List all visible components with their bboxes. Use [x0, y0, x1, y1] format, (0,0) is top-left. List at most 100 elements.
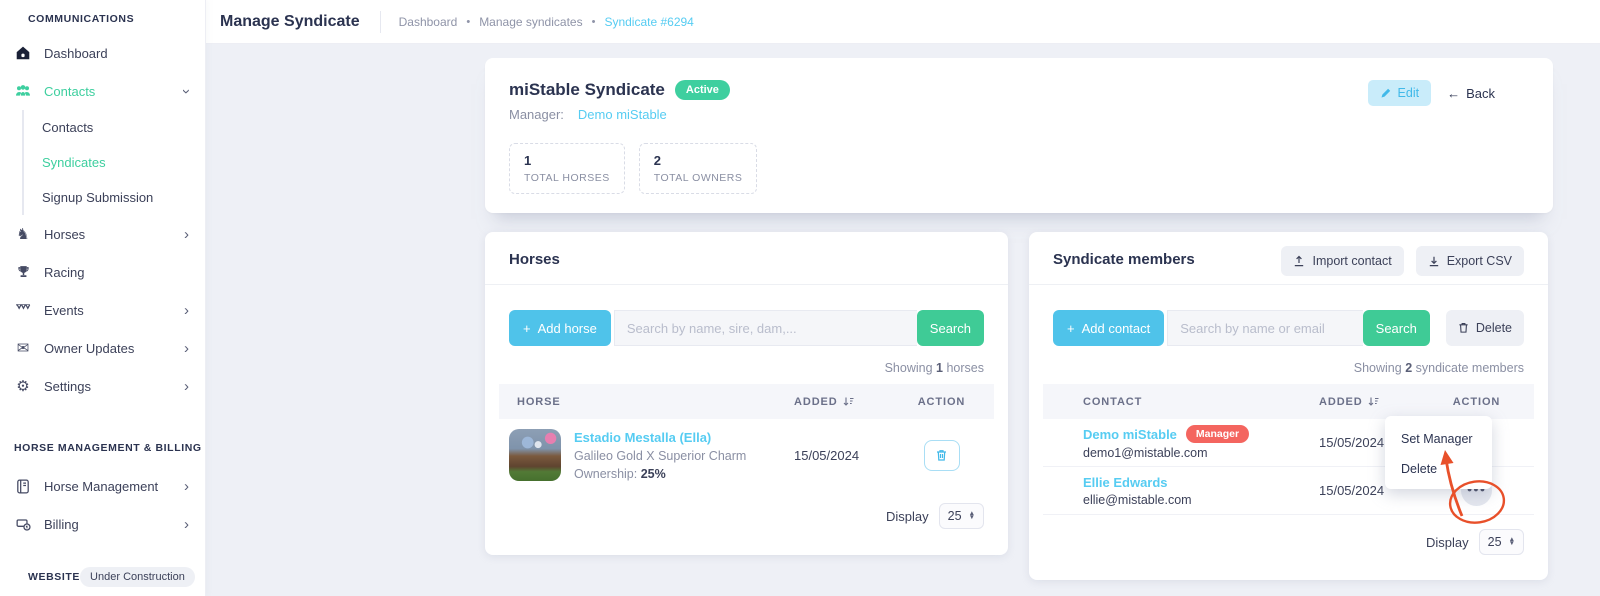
syndicate-info-card: miStable Syndicate Active Manager: Demo …	[485, 58, 1553, 213]
column-action: ACTION	[917, 395, 966, 408]
add-contact-button[interactable]: + Add contact	[1053, 310, 1165, 346]
sidebar-item-horse-management[interactable]: Horse Management ›	[0, 467, 205, 505]
status-badge: Active	[674, 80, 730, 100]
trash-icon	[937, 449, 946, 461]
sidebar-item-horses[interactable]: ♞ Horses ›	[0, 215, 205, 253]
sidebar-item-events[interactable]: Events ›	[0, 291, 205, 329]
horses-table-header: HORSE ADDED ACTION	[499, 384, 994, 419]
sidebar-item-settings[interactable]: ⚙ Settings ›	[0, 367, 205, 405]
page-title: Manage Syndicate	[220, 12, 360, 30]
chevron-down-icon: ›	[178, 88, 195, 94]
manager-label: Manager:	[509, 107, 564, 122]
row-actions-dropdown: Set Manager Delete	[1385, 416, 1492, 489]
member-name-link[interactable]: Demo miStable	[1083, 427, 1177, 442]
breadcrumb-current[interactable]: Syndicate #6294	[604, 15, 693, 29]
sidebar-item-label: Events	[44, 302, 84, 318]
sidebar-item-label: Dashboard	[44, 45, 108, 61]
chevron-right-icon: ›	[184, 301, 189, 319]
sidebar-item-racing[interactable]: Racing	[0, 253, 205, 291]
column-contact: CONTACT	[1083, 395, 1143, 408]
horse-added-date: 15/05/2024	[794, 447, 860, 463]
home-icon	[14, 44, 32, 62]
breadcrumb-dashboard[interactable]: Dashboard	[399, 15, 458, 29]
users-icon	[14, 82, 32, 100]
gear-icon: ⚙	[16, 377, 30, 395]
sidebar-item-label: Horses	[44, 226, 86, 242]
add-horse-button[interactable]: + Add horse	[509, 310, 611, 346]
plus-icon: +	[523, 320, 531, 336]
stat-total-owners: 2 TOTAL OWNERS	[638, 143, 758, 194]
manager-link[interactable]: Demo miStable	[578, 107, 667, 122]
members-page-size-select[interactable]: 25 ▲ ▼	[1478, 529, 1524, 555]
column-added-sort[interactable]: ADDED	[794, 396, 889, 408]
members-table-header: CONTACT ADDED ACTION	[1043, 384, 1534, 419]
top-header: Manage Syndicate Dashboard • Manage synd…	[206, 0, 1600, 44]
under-construction-badge: Under Construction	[80, 567, 195, 587]
horses-search-input[interactable]	[613, 310, 917, 346]
sidebar-item-label: Billing	[44, 516, 79, 532]
sidebar-item-billing[interactable]: Billing ›	[0, 505, 205, 543]
sidebar-item-contacts[interactable]: Contacts ›	[0, 72, 205, 110]
arrow-left-icon: ←	[1447, 85, 1461, 101]
select-arrows-icon: ▲ ▼	[968, 509, 975, 521]
delete-horse-button[interactable]	[923, 439, 960, 471]
export-csv-button[interactable]: Export CSV	[1415, 246, 1524, 276]
horses-showing-text: Showing 1 horses	[884, 361, 984, 375]
horse-table-row: Estadio Mestalla (Ella) Galileo Gold X S…	[499, 419, 994, 491]
sidebar-item-owner-updates[interactable]: ✉ Owner Updates ›	[0, 329, 205, 367]
horse-ownership: Ownership: 25%	[574, 466, 666, 481]
plus-icon: +	[1067, 320, 1075, 336]
sort-icon	[1368, 396, 1379, 407]
select-arrows-icon: ▲ ▼	[1508, 535, 1515, 547]
member-email: ellie@mistable.com	[1083, 492, 1192, 507]
chevron-right-icon: ›	[184, 339, 189, 357]
import-contact-button[interactable]: Import contact	[1281, 246, 1404, 276]
horse-pedigree: Galileo Gold X Superior Charm	[574, 448, 747, 463]
syndicate-title: miStable Syndicate	[509, 80, 665, 99]
chevron-right-icon: ›	[184, 477, 189, 495]
back-button[interactable]: ← Back	[1447, 86, 1495, 101]
upload-icon	[1293, 255, 1305, 267]
horses-search-button[interactable]: Search	[916, 310, 984, 346]
chevron-right-icon: ›	[184, 225, 189, 243]
column-added-sort[interactable]: ADDED	[1319, 396, 1419, 408]
menu-item-set-manager[interactable]: Set Manager	[1385, 427, 1492, 457]
member-name-link[interactable]: Ellie Edwards	[1083, 475, 1168, 490]
header-divider	[379, 10, 381, 33]
sidebar: COMMUNICATIONS Dashboard Contacts › Cont…	[0, 0, 206, 596]
section-label-communications: COMMUNICATIONS	[28, 13, 135, 25]
horse-name-link[interactable]: Estadio Mestalla (Ella)	[574, 430, 746, 445]
chevron-right-icon: ›	[184, 377, 189, 395]
pencil-icon	[1380, 87, 1392, 99]
horses-panel: Horses + Add horse Search Showing 1 hors…	[485, 232, 1008, 555]
chevron-right-icon: ›	[184, 515, 189, 533]
horse-icon: ♞	[16, 225, 30, 243]
breadcrumb-separator: •	[466, 15, 471, 28]
sidebar-item-label: Horse Management	[44, 478, 159, 494]
section-label-horse-mgmt-billing: HORSE MANAGEMENT & BILLING	[14, 442, 202, 454]
sidebar-item-label: Owner Updates	[44, 340, 135, 356]
billing-icon	[14, 515, 32, 533]
members-showing-text: Showing 2 syndicate members	[1353, 361, 1524, 375]
trash-icon	[1458, 322, 1469, 334]
horse-photo	[509, 429, 561, 481]
section-label-website: WEBSITE	[28, 571, 81, 583]
app-root: COMMUNICATIONS Dashboard Contacts › Cont…	[0, 0, 1600, 596]
sidebar-item-dashboard[interactable]: Dashboard	[0, 34, 205, 72]
member-email: demo1@mistable.com	[1083, 446, 1208, 460]
horses-page-size-select[interactable]: 25 ▲ ▼	[938, 503, 984, 529]
members-search-button[interactable]: Search	[1362, 310, 1430, 346]
website-section: WEBSITE Under Construction	[0, 567, 205, 587]
members-search-input[interactable]	[1167, 310, 1363, 346]
sidebar-item-label: Contacts	[44, 83, 96, 99]
edit-button[interactable]: Edit	[1367, 80, 1432, 106]
breadcrumb-manage-syndicates[interactable]: Manage syndicates	[479, 15, 582, 29]
stat-total-horses: 1 TOTAL HORSES	[509, 143, 625, 194]
sidebar-subitem-syndicates[interactable]: Syndicates	[24, 145, 205, 180]
sort-icon	[843, 396, 854, 407]
delete-selected-button[interactable]: Delete	[1445, 310, 1524, 346]
menu-item-delete[interactable]: Delete	[1385, 457, 1492, 476]
sidebar-subitem-contacts[interactable]: Contacts	[24, 110, 205, 145]
sidebar-subitem-signup-submission[interactable]: Signup Submission	[24, 180, 205, 215]
sidebar-item-label: Settings	[44, 378, 91, 394]
